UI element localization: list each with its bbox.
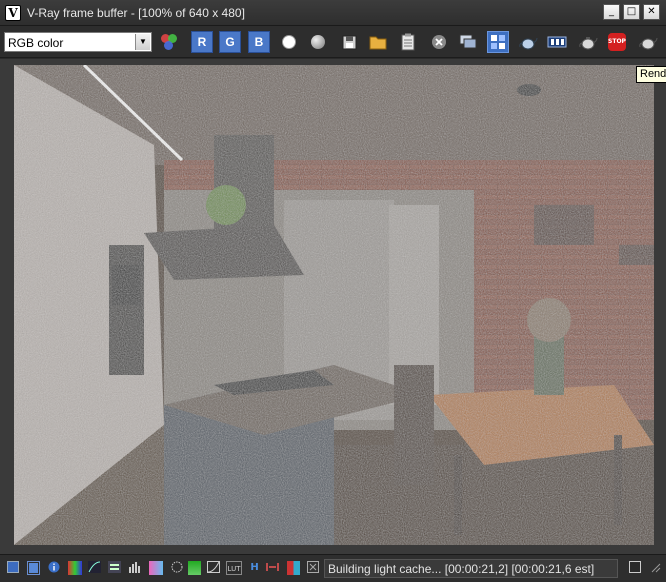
gray-circle-icon — [311, 35, 325, 49]
color-balance-icon[interactable] — [188, 561, 201, 575]
status-bar: LUT H Building light cache... [00:00:21,… — [0, 554, 666, 582]
close-button[interactable]: ✕ — [643, 4, 660, 20]
maximize-button[interactable]: □ — [623, 4, 640, 20]
stop-icon: STOP — [608, 33, 626, 51]
vfb-history-icon — [459, 34, 477, 49]
teapot-icon — [519, 37, 538, 50]
gray-view-button[interactable] — [307, 31, 329, 53]
hsl-icon[interactable] — [170, 561, 183, 575]
window-title: V-Ray frame buffer - [100% of 640 x 480] — [27, 6, 245, 20]
clipboard-icon — [401, 33, 415, 51]
track-mouse-icon — [491, 35, 505, 49]
channel-value: RGB color — [8, 36, 64, 50]
render-region-button[interactable] — [517, 31, 539, 53]
status-text: Building light cache... [00:00:21,2] [00… — [328, 562, 595, 576]
load-image-button[interactable] — [367, 31, 389, 53]
save-image-button[interactable] — [339, 31, 361, 53]
save-image-icon — [342, 35, 357, 50]
green-channel-button[interactable]: G — [219, 31, 241, 53]
lut-button[interactable] — [546, 31, 568, 53]
curves-icon[interactable] — [88, 561, 101, 575]
vray-logo-icon[interactable]: V — [5, 5, 21, 21]
info-icon[interactable] — [47, 561, 60, 575]
curves-box-icon[interactable] — [207, 561, 220, 575]
stop-render-button[interactable]: STOP — [606, 31, 628, 53]
blue-channel-button[interactable]: B — [248, 31, 270, 53]
levels-icon[interactable] — [68, 561, 82, 575]
histogram-icon[interactable] — [128, 561, 141, 575]
channel-dropdown[interactable]: RGB color ▼ — [4, 32, 152, 52]
compare-icon[interactable] — [287, 561, 300, 575]
lens-effects-icon[interactable] — [266, 561, 279, 575]
lut-toggle-icon[interactable]: LUT — [226, 561, 242, 575]
kitchen-render-image — [14, 65, 654, 545]
white-view-button[interactable] — [278, 31, 300, 53]
clipboard-button[interactable] — [397, 31, 419, 53]
rendered-image[interactable] — [14, 65, 654, 545]
color-correction-icon[interactable] — [27, 561, 40, 575]
chevron-down-icon[interactable]: ▼ — [135, 34, 150, 50]
clear-image-button[interactable] — [428, 31, 450, 53]
white-balance-icon[interactable] — [149, 561, 163, 575]
stereo-icon[interactable] — [306, 561, 319, 575]
resize-grip-icon[interactable] — [648, 561, 661, 575]
h-toggle-icon[interactable]: H — [248, 561, 261, 575]
progress-window-icon[interactable] — [628, 561, 641, 575]
red-channel-button[interactable]: R — [191, 31, 213, 53]
render-viewport[interactable] — [0, 59, 666, 554]
clear-image-icon — [432, 35, 446, 49]
interactive-render-button[interactable] — [637, 31, 659, 53]
film-icon — [547, 36, 567, 48]
exposure-icon[interactable] — [108, 561, 121, 575]
render-tooltip: Rend — [636, 66, 666, 83]
color-clamp-button[interactable] — [158, 31, 180, 53]
folder-icon — [369, 36, 387, 50]
interactive-render-icon — [639, 37, 658, 50]
status-field: Building light cache... [00:00:21,2] [00… — [324, 559, 618, 578]
minimize-button[interactable]: _ — [603, 4, 620, 20]
render-button[interactable] — [577, 31, 599, 53]
color-clamp-icon — [160, 33, 178, 51]
vfb-history-button[interactable] — [457, 31, 479, 53]
track-mouse-button[interactable] — [487, 31, 509, 53]
sidebar-toggle-icon[interactable] — [6, 561, 19, 575]
render-teapot-icon — [579, 37, 598, 50]
toolbar: RGB color ▼ R G B STOP — [0, 26, 666, 58]
white-circle-icon — [282, 35, 296, 49]
title-bar[interactable]: V V-Ray frame buffer - [100% of 640 x 48… — [0, 0, 666, 26]
